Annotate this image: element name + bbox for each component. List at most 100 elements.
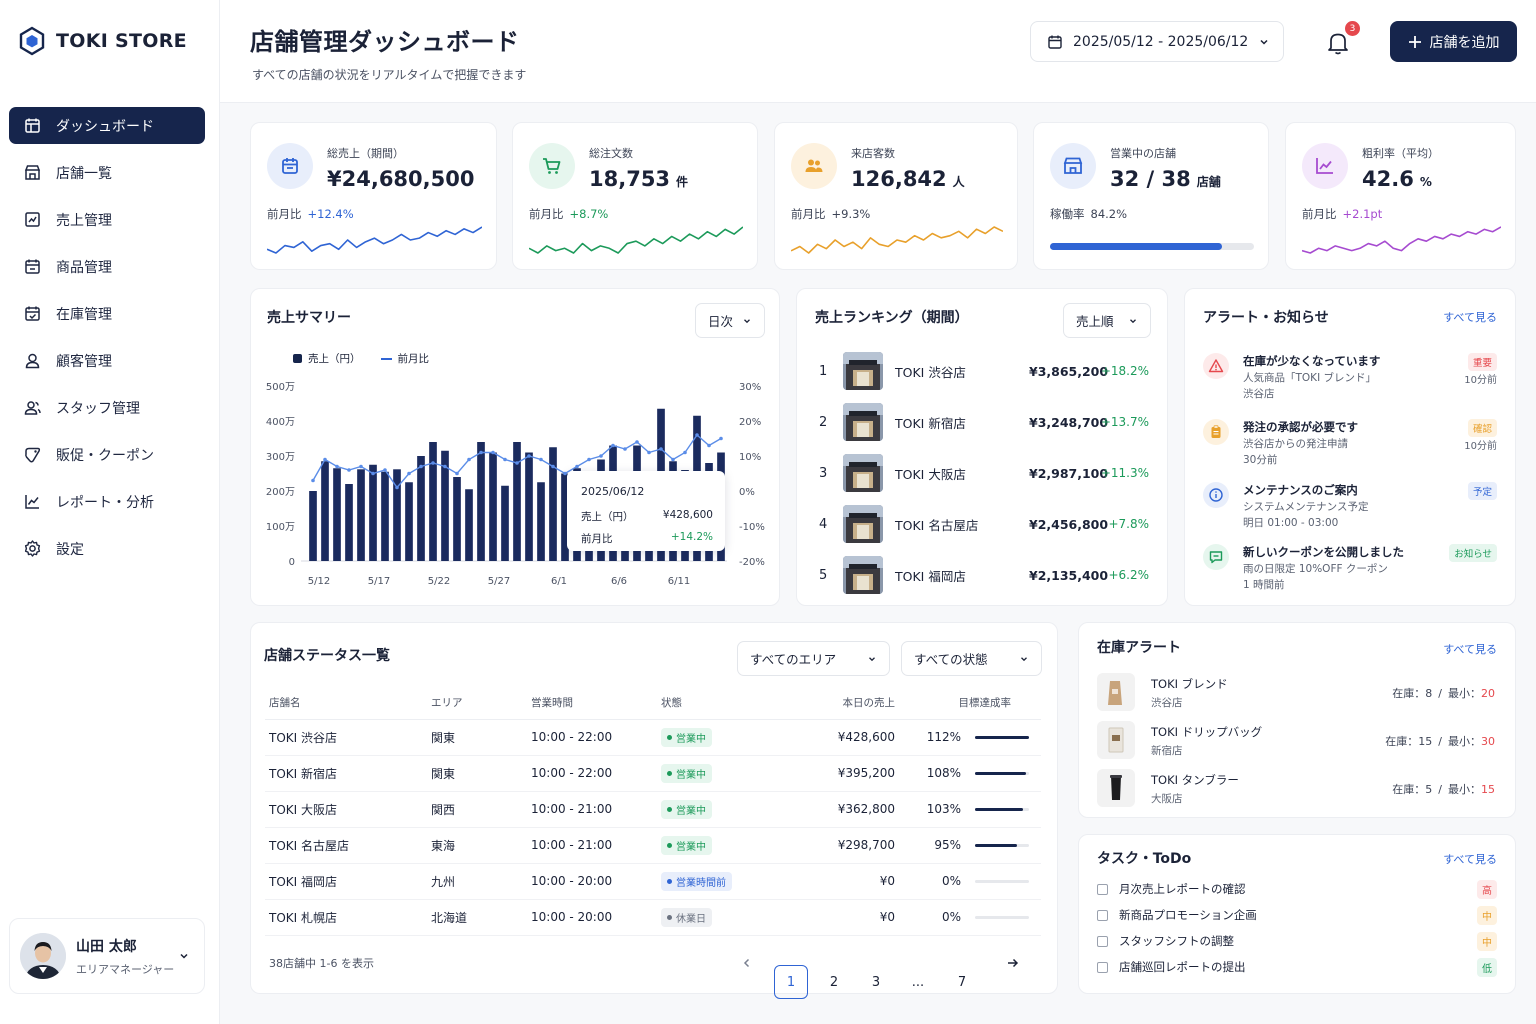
task-checkbox[interactable] (1097, 909, 1108, 921)
page-button[interactable]: 7 (945, 965, 979, 999)
task-item[interactable]: 店舗巡回レポートの提出 低 (1097, 957, 1497, 977)
inventory-see-all-link[interactable]: すべて見る (1443, 641, 1497, 657)
kpi-value: 18,753 件 (589, 167, 688, 191)
sales-bar[interactable] (417, 456, 425, 561)
task-checkbox[interactable] (1097, 961, 1108, 973)
page-button[interactable]: 2 (817, 965, 851, 999)
table-row[interactable]: TOKI 大阪店 関西 10:00 - 21:00 営業中 ¥362,800 103% (265, 791, 1041, 828)
page-button[interactable]: ... (901, 965, 935, 999)
alerts-see-all-link[interactable]: すべて見る (1443, 309, 1497, 325)
table-header-cell[interactable]: 状態 (657, 687, 785, 720)
sort-select[interactable]: 売上順 (1063, 303, 1151, 338)
table-header-cell[interactable]: 店舗名 (265, 687, 427, 720)
sales-bar[interactable] (501, 485, 509, 561)
table-row[interactable]: TOKI 新宿店 関東 10:00 - 22:00 営業中 ¥395,200 108% (265, 755, 1041, 792)
chart-tooltip: 2025/06/12 売上（円） ¥428,600 前月比 +14.2% (567, 471, 725, 551)
prev-page-icon[interactable] (741, 957, 753, 969)
task-item[interactable]: 月次売上レポートの確認 高 (1097, 879, 1497, 899)
add-store-button[interactable]: 店舗を追加 (1390, 21, 1517, 62)
kpi-sparkline (1302, 226, 1501, 254)
alert-item[interactable]: 在庫が少なくなっています 人気商品「TOKI ブレンド」 渋谷店 重要 10分前 (1185, 353, 1515, 413)
kpi-card-total-orders[interactable]: 総注文数 18,753 件前月比 +8.7% (512, 122, 758, 270)
users-icon (791, 143, 837, 189)
ranking-row[interactable]: 4 TOKI 名古屋店 ¥2,456,800 +7.8% (797, 504, 1167, 544)
date-range-picker[interactable]: 2025/05/12 - 2025/06/12 (1030, 21, 1284, 62)
table-row[interactable]: TOKI 渋谷店 関東 10:00 - 22:00 営業中 ¥428,600 112% (265, 719, 1041, 756)
kpi-card-open-stores[interactable]: 営業中の店舗 32 / 38 店舗 稼働率 84.2% (1033, 122, 1269, 270)
sales-bar[interactable] (453, 477, 461, 561)
status-filter-select[interactable]: すべての状態 (901, 641, 1042, 676)
sidebar-item-customer[interactable]: 顧客管理 (9, 342, 205, 379)
page-button-current[interactable]: 1 (774, 965, 808, 999)
tasks-see-all-link[interactable]: すべて見る (1443, 851, 1497, 867)
sales-bar[interactable] (525, 452, 533, 562)
kpi-card-total-sales[interactable]: 総売上（期間） ¥24,680,500 前月比 +12.4% (250, 122, 497, 270)
ranking-row[interactable]: 2 TOKI 新宿店 ¥3,248,700 +13.7% (797, 402, 1167, 442)
page-button[interactable]: 3 (859, 965, 893, 999)
inventory-item[interactable]: TOKI ブレンド 渋谷店 在庫：8 / 最小：20 (1079, 673, 1515, 717)
sales-bar[interactable] (477, 442, 485, 561)
brand-logo[interactable]: TOKI STORE (18, 26, 187, 56)
kpi-number: 126,842 (851, 167, 947, 191)
table-row[interactable]: TOKI 札幌店 北海道 10:00 - 20:00 休業日 ¥0 0% (265, 899, 1041, 936)
sales-bar[interactable] (465, 489, 473, 561)
sales-bar[interactable] (537, 482, 545, 561)
task-item[interactable]: 新商品プロモーション企画 中 (1097, 905, 1497, 925)
alert-title: 在庫が少なくなっています (1243, 354, 1381, 368)
task-checkbox[interactable] (1097, 935, 1108, 947)
table-header-cell[interactable]: 目標達成率 (895, 687, 1041, 720)
area-filter-select[interactable]: すべてのエリア (737, 641, 890, 676)
ranking-row[interactable]: 5 TOKI 福岡店 ¥2,135,400 +6.2% (797, 555, 1167, 595)
table-header-cell[interactable]: 本日の売上 (785, 687, 895, 720)
alert-detail-sub: 30分前 (1243, 454, 1278, 466)
inventory-item[interactable]: TOKI ドリップバッグ 新宿店 在庫：15 / 最小：30 (1079, 721, 1515, 765)
kpi-unit: 件 (676, 175, 689, 189)
target-rate-value: 112% (926, 730, 961, 744)
sidebar-item-store[interactable]: 店舗一覧 (9, 154, 205, 191)
sidebar-item-staff[interactable]: スタッフ管理 (9, 389, 205, 426)
sidebar-item-dashboard[interactable]: ダッシュボード (9, 107, 205, 144)
task-checkbox[interactable] (1097, 883, 1108, 895)
chevron-down-icon[interactable] (178, 950, 190, 962)
sidebar-item-product[interactable]: 商品管理 (9, 248, 205, 285)
kpi-card-gross-margin[interactable]: 粗利率（平均） 42.6% 前月比 +2.1pt (1285, 122, 1516, 270)
sidebar-item-report[interactable]: レポート・分析 (9, 483, 205, 520)
table-row[interactable]: TOKI 名古屋店 東海 10:00 - 21:00 営業中 ¥298,700 95% (265, 827, 1041, 864)
tasks-card: タスク・ToDo すべて見る 月次売上レポートの確認高新商品プロモーション企画中… (1078, 834, 1516, 994)
table-header-cell[interactable]: エリア (427, 687, 527, 720)
sales-bar[interactable] (333, 468, 341, 561)
alert-item[interactable]: メンテナンスのご案内 システムメンテナンス予定 明日 01:00 - 03:00 予定 (1185, 482, 1515, 542)
y-axis-left-tick: 200万 (266, 487, 295, 498)
sales-bar[interactable] (321, 461, 329, 561)
alert-item[interactable]: 発注の承認が必要です 渋谷店からの発注申請 30分前 確認 10分前 (1185, 419, 1515, 479)
add-store-label: 店舗を追加 (1429, 34, 1500, 51)
sales-bar[interactable] (429, 442, 437, 561)
kpi-card-visitors[interactable]: 来店客数 126,842 人前月比 +9.3% (774, 122, 1018, 270)
ranking-row[interactable]: 3 TOKI 大阪店 ¥2,987,100 +11.3% (797, 453, 1167, 493)
sales-bar[interactable] (309, 491, 317, 561)
user-menu[interactable]: 山田 太郎 エリアマネージャー (9, 918, 205, 994)
sales-bar[interactable] (489, 452, 497, 562)
mom-point (383, 468, 387, 472)
inventory-item[interactable]: TOKI タンブラー 大阪店 在庫：5 / 最小：15 (1079, 769, 1515, 813)
sales-bar[interactable] (369, 464, 377, 561)
sales-bar[interactable] (381, 471, 389, 561)
store-name: TOKI 新宿店 (895, 415, 966, 431)
sales-bar[interactable] (357, 469, 365, 561)
table-header-cell[interactable]: 営業時間 (527, 687, 657, 720)
next-page-icon[interactable] (1007, 957, 1019, 969)
chevron-down-icon (1130, 318, 1136, 323)
target-progress-fill (975, 808, 1023, 811)
sales-bar[interactable] (345, 484, 353, 561)
sidebar-item-sales-chart[interactable]: 売上管理 (9, 201, 205, 238)
target-rate-cell: 112% (895, 719, 1041, 756)
table-row[interactable]: TOKI 福岡店 九州 10:00 - 20:00 営業時間前 ¥0 0% (265, 863, 1041, 900)
sales-bar[interactable] (405, 482, 413, 561)
alert-item[interactable]: 新しいクーポンを公開しました 雨の日限定 10%OFF クーポン 1 時間前 お知らせ (1185, 544, 1515, 604)
task-item[interactable]: スタッフシフトの調整 中 (1097, 931, 1497, 951)
ranking-row[interactable]: 1 TOKI 渋谷店 ¥3,865,200 +18.2% (797, 351, 1167, 391)
sidebar-item-inventory[interactable]: 在庫管理 (9, 295, 205, 332)
sidebar-item-gear[interactable]: 設定 (9, 530, 205, 567)
sidebar-item-coupon[interactable]: 販促・クーポン (9, 436, 205, 473)
sales-bar[interactable] (513, 442, 521, 561)
